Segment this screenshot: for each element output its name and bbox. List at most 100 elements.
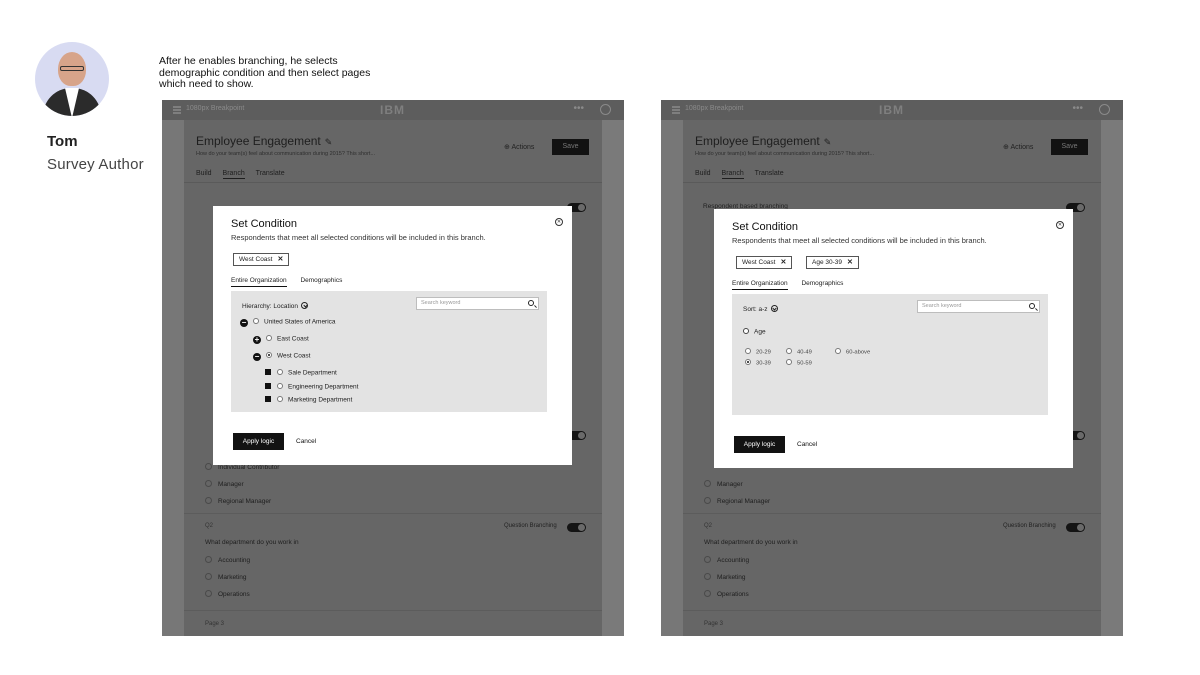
modal-tabs: Entire Organization Demographics	[231, 277, 354, 287]
search-icon[interactable]	[1029, 303, 1035, 309]
q2-option[interactable]: Operations	[704, 590, 749, 598]
user-icon[interactable]	[1099, 104, 1110, 115]
age-option-selected[interactable]: 30-39	[745, 359, 771, 367]
breakpoint-label: 1080px Breakpoint	[186, 105, 245, 112]
remove-tag-icon[interactable]: ✕	[277, 256, 283, 263]
condition-tag[interactable]: Age 30-39 ✕	[806, 256, 859, 269]
user-icon[interactable]	[600, 104, 611, 115]
search-icon[interactable]	[528, 300, 534, 306]
age-option[interactable]: 60-above	[835, 348, 870, 356]
apply-logic-button[interactable]: Apply logic	[734, 436, 785, 453]
background-photo-right	[602, 120, 624, 636]
option-label: Accounting	[218, 557, 251, 564]
scenario-caption: After he enables branching, he selects d…	[159, 55, 371, 90]
tab-entire-organization[interactable]: Entire Organization	[732, 280, 788, 290]
persona-role: Survey Author	[47, 156, 144, 173]
q1-option[interactable]: Regional Manager	[704, 497, 770, 505]
q2-branching-toggle[interactable]	[567, 523, 586, 532]
actions-button[interactable]: ⊕ Actions	[1003, 143, 1033, 151]
age-option[interactable]: 40-49	[786, 348, 812, 356]
tab-demographics[interactable]: Demographics	[300, 277, 342, 286]
sort-dropdown[interactable]: Sort: a-z	[743, 305, 778, 313]
edit-pencil-icon[interactable]: ✎	[824, 137, 832, 147]
menu-icon[interactable]	[672, 106, 680, 114]
age-group-header[interactable]: Age	[743, 328, 766, 336]
actions-button[interactable]: ⊕ Actions	[504, 143, 534, 151]
search-input[interactable]: Search keyword	[917, 300, 1040, 313]
more-icon[interactable]: •••	[573, 103, 584, 114]
radio-selected-icon[interactable]	[266, 352, 272, 358]
q2-branching-toggle[interactable]	[1066, 523, 1085, 532]
tab-translate[interactable]: Translate	[256, 170, 285, 177]
node-label: Marketing Department	[288, 396, 353, 404]
condition-tag[interactable]: West Coast ✕	[233, 253, 290, 266]
tree-node-east-coast[interactable]: + East Coast	[253, 335, 309, 344]
age-option[interactable]: 20-29	[745, 348, 771, 356]
tab-branch[interactable]: Branch	[222, 170, 245, 179]
tree-node-department[interactable]: Engineering Department	[265, 383, 358, 391]
save-button[interactable]: Save	[552, 139, 589, 155]
remove-tag-icon[interactable]: ✕	[780, 259, 786, 266]
option-label: Marketing	[218, 574, 247, 581]
q2-option[interactable]: Accounting	[205, 556, 250, 564]
more-icon[interactable]: •••	[1072, 103, 1083, 114]
radio-icon[interactable]	[786, 359, 792, 365]
tab-entire-organization[interactable]: Entire Organization	[231, 277, 287, 287]
collapse-circle-icon[interactable]	[743, 328, 749, 334]
radio-icon[interactable]	[253, 318, 259, 324]
cancel-button[interactable]: Cancel	[797, 441, 817, 448]
apply-logic-button[interactable]: Apply logic	[233, 433, 284, 450]
radio-icon[interactable]	[745, 348, 751, 354]
radio-icon[interactable]	[277, 369, 283, 375]
age-option[interactable]: 50-59	[786, 359, 812, 367]
cancel-button[interactable]: Cancel	[296, 438, 316, 445]
chevron-down-icon	[770, 305, 778, 312]
age-label: Age	[754, 328, 766, 336]
tab-build[interactable]: Build	[196, 170, 212, 177]
tab-branch[interactable]: Branch	[721, 170, 744, 179]
tree-node-country[interactable]: − United States of America	[240, 318, 336, 327]
condition-tag[interactable]: West Coast ✕	[736, 256, 793, 269]
option-label: Operations	[218, 591, 250, 598]
radio-icon[interactable]	[266, 335, 272, 341]
radio-selected-icon[interactable]	[745, 359, 751, 365]
radio-icon[interactable]	[786, 348, 792, 354]
q2-option[interactable]: Accounting	[704, 556, 749, 564]
tabs-divider	[184, 182, 602, 183]
collapse-icon[interactable]: −	[253, 352, 261, 361]
node-label: East Coast	[277, 335, 309, 343]
tab-build[interactable]: Build	[695, 170, 711, 177]
q2-option[interactable]: Operations	[205, 590, 250, 598]
remove-tag-icon[interactable]: ✕	[847, 259, 853, 266]
actions-label: Actions	[1010, 144, 1034, 151]
menu-icon[interactable]	[173, 106, 181, 114]
sort-label: Sort: a-z	[743, 306, 768, 313]
question-divider	[683, 513, 1101, 514]
edit-pencil-icon[interactable]: ✎	[325, 137, 333, 147]
radio-icon	[704, 590, 711, 597]
radio-icon	[205, 590, 212, 597]
tab-translate[interactable]: Translate	[755, 170, 784, 177]
radio-icon[interactable]	[835, 348, 841, 354]
close-icon[interactable]: ✕	[555, 218, 563, 226]
tree-node-west-coast[interactable]: − West Coast	[253, 352, 310, 361]
top-bar: 1080px Breakpoint IBM •••	[661, 100, 1123, 120]
q1-option[interactable]: Manager	[205, 480, 244, 488]
q1-option[interactable]: Manager	[704, 480, 743, 488]
q2-option[interactable]: Marketing	[205, 573, 247, 581]
q2-text: What department do you work in	[205, 539, 299, 546]
save-button[interactable]: Save	[1051, 139, 1088, 155]
radio-icon[interactable]	[277, 383, 283, 389]
tree-node-department[interactable]: Sale Department	[265, 369, 337, 377]
q2-option[interactable]: Marketing	[704, 573, 746, 581]
tree-node-department[interactable]: Marketing Department	[265, 396, 352, 404]
tab-demographics[interactable]: Demographics	[801, 280, 843, 289]
radio-icon[interactable]	[277, 396, 283, 402]
search-input[interactable]: Search keyword	[416, 297, 539, 310]
close-icon[interactable]: ✕	[1056, 221, 1064, 229]
q1-option[interactable]: Regional Manager	[205, 497, 271, 505]
chevron-down-icon	[301, 302, 308, 309]
expand-icon[interactable]: +	[253, 335, 261, 344]
collapse-icon[interactable]: −	[240, 318, 248, 327]
hierarchy-dropdown[interactable]: Hierarchy: Location	[242, 302, 308, 310]
